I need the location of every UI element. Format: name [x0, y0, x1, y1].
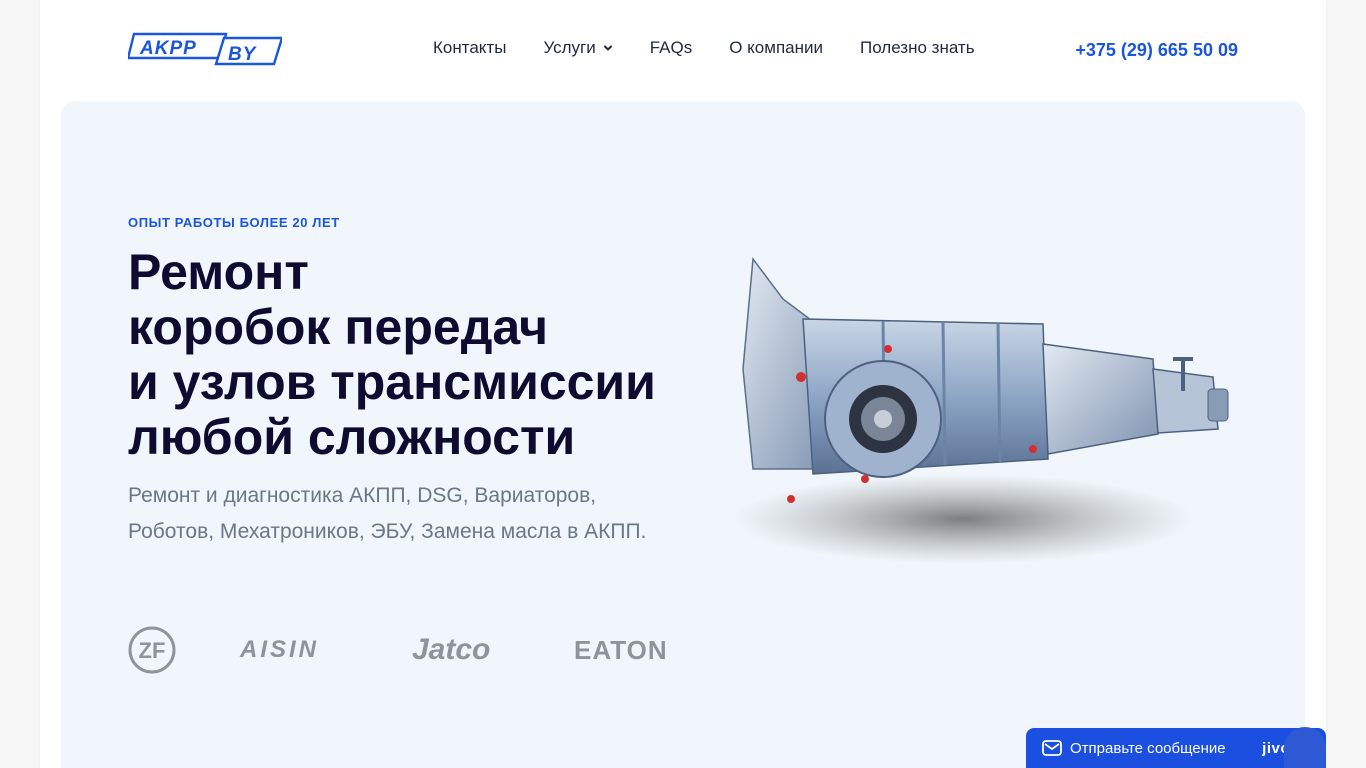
- svg-text:BY: BY: [228, 44, 258, 65]
- nav-faqs[interactable]: FAQs: [650, 38, 693, 58]
- page: AKPP BY Контакты Услуги FAQs О компании …: [40, 0, 1326, 768]
- nav-contacts[interactable]: Контакты: [433, 38, 506, 58]
- chat-avatar-bubble[interactable]: [1284, 727, 1326, 768]
- brand-aisin-logo: AISIN: [240, 636, 320, 663]
- brand-logos: ZF AISIN Jatco EATON: [128, 626, 668, 674]
- hero-title: Ремонт коробок передач и узлов трансмисс…: [128, 244, 656, 465]
- nav-about[interactable]: О компании: [729, 38, 823, 58]
- phone-link[interactable]: +375 (29) 665 50 09: [1075, 40, 1238, 61]
- svg-text:ZF: ZF: [139, 638, 166, 663]
- hero-section: ОПЫТ РАБОТЫ БОЛЕЕ 20 ЛЕТ Ремонт коробок …: [61, 101, 1305, 768]
- envelope-icon: [1042, 740, 1062, 756]
- brand-eaton-logo: EATON: [574, 634, 668, 665]
- logo-akpp-by[interactable]: AKPP BY: [128, 32, 282, 66]
- chat-label: Отправьте сообщение: [1070, 739, 1226, 757]
- chat-widget-button[interactable]: Отправьте сообщение jivo: [1026, 728, 1326, 768]
- brand-zf-logo: ZF: [128, 626, 176, 674]
- svg-text:AKPP: AKPP: [139, 38, 197, 59]
- main-nav: Контакты Услуги FAQs О компании Полезно …: [433, 38, 975, 58]
- hero-eyebrow: ОПЫТ РАБОТЫ БОЛЕЕ 20 ЛЕТ: [128, 215, 340, 230]
- nav-useful[interactable]: Полезно знать: [860, 38, 975, 58]
- brand-jatco-logo: Jatco: [412, 633, 491, 666]
- chevron-down-icon: [603, 45, 612, 51]
- gearbox-image: [733, 256, 1229, 564]
- hero-subtitle: Ремонт и диагностика АКПП, DSG, Вариатор…: [128, 484, 647, 543]
- nav-services[interactable]: Услуги: [543, 38, 612, 58]
